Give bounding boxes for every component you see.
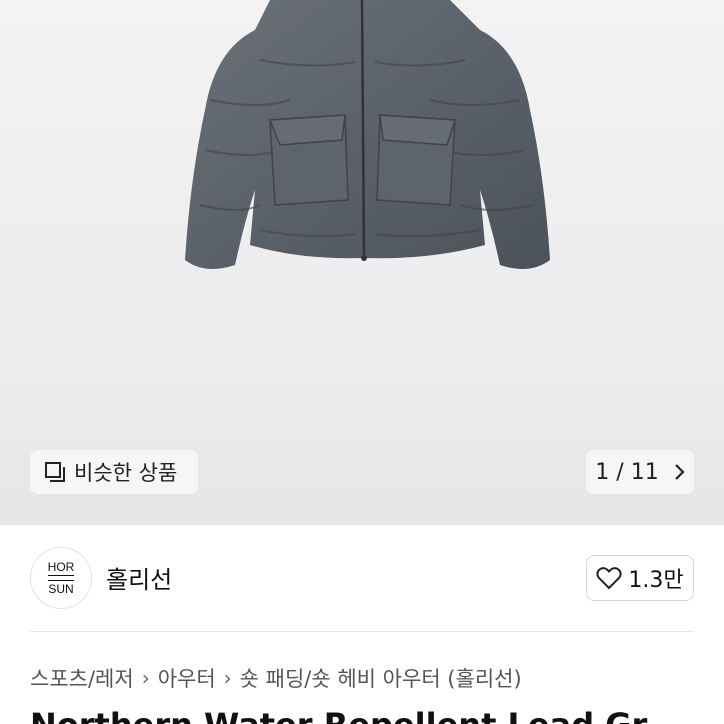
similar-products-button[interactable]: 비슷한 상품	[30, 450, 198, 494]
product-photo-jacket	[185, 0, 550, 269]
brand-logo[interactable]: HOR SUN	[30, 547, 92, 609]
heart-outline-icon	[596, 567, 622, 590]
brand-name[interactable]: 홀리선	[106, 560, 172, 595]
section-divider	[30, 631, 694, 632]
similar-products-icon	[45, 462, 65, 482]
breadcrumb-item-sports[interactable]: 스포츠/레저	[30, 663, 134, 693]
image-pager[interactable]: 1 / 11	[586, 450, 694, 494]
product-image-gallery[interactable]: 비슷한 상품 1 / 11	[0, 0, 724, 525]
brand-logo-top: HOR	[47, 560, 75, 574]
brand-logo-bottom: SUN	[48, 582, 74, 596]
breadcrumb-item-outer[interactable]: 아우터	[158, 663, 216, 693]
like-count: 1.3만	[628, 568, 684, 593]
brand-logo-bars	[48, 575, 74, 581]
breadcrumb-item-short-padding[interactable]: 숏 패딩/숏 헤비 아우터 (홀리선)	[240, 663, 522, 693]
similar-products-label: 비슷한 상품	[74, 461, 178, 485]
brand-like-button[interactable]: 1.3만	[586, 555, 694, 601]
chevron-right-icon[interactable]	[673, 463, 685, 481]
chevron-right-icon: ›	[223, 666, 232, 690]
product-title: Northern Water Repellent Lead Gr	[30, 706, 724, 724]
pager-text: 1 / 11	[595, 459, 659, 485]
breadcrumb: 스포츠/레저 › 아우터 › 숏 패딩/숏 헤비 아우터 (홀리선)	[30, 663, 522, 693]
chevron-right-icon: ›	[141, 666, 150, 690]
